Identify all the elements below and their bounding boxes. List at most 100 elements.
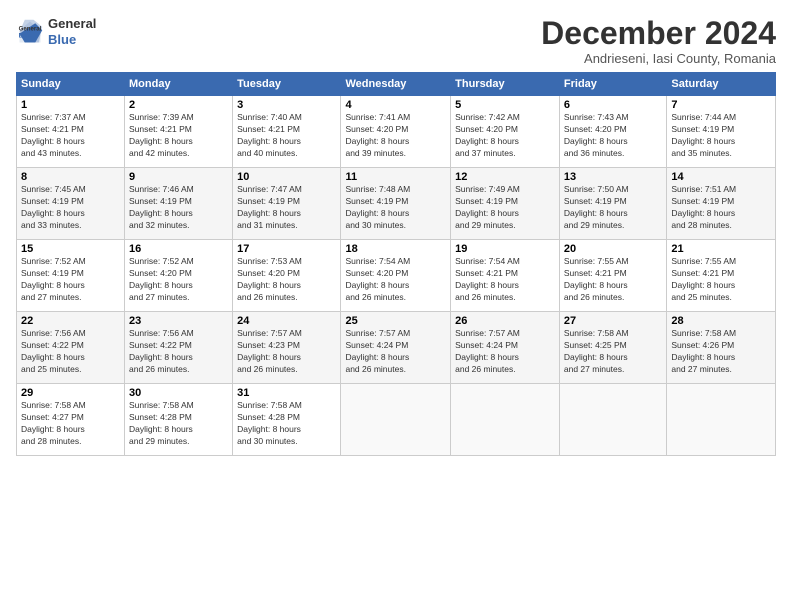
day-info: Sunrise: 7:56 AM Sunset: 4:22 PM Dayligh… xyxy=(21,328,120,376)
day-info: Sunrise: 7:41 AM Sunset: 4:20 PM Dayligh… xyxy=(345,112,446,160)
weekday-header-thursday: Thursday xyxy=(451,73,560,96)
day-info: Sunrise: 7:45 AM Sunset: 4:19 PM Dayligh… xyxy=(21,184,120,232)
day-number: 2 xyxy=(129,99,228,111)
weekday-header-friday: Friday xyxy=(559,73,666,96)
day-number: 23 xyxy=(129,315,228,327)
calendar-cell xyxy=(559,384,666,456)
day-number: 22 xyxy=(21,315,120,327)
day-number: 10 xyxy=(237,171,336,183)
calendar-cell: 30Sunrise: 7:58 AM Sunset: 4:28 PM Dayli… xyxy=(125,384,233,456)
day-number: 26 xyxy=(455,315,555,327)
weekday-header-sunday: Sunday xyxy=(17,73,125,96)
day-number: 20 xyxy=(564,243,662,255)
calendar-cell: 19Sunrise: 7:54 AM Sunset: 4:21 PM Dayli… xyxy=(451,240,560,312)
day-number: 12 xyxy=(455,171,555,183)
day-number: 24 xyxy=(237,315,336,327)
day-number: 1 xyxy=(21,99,120,111)
logo-text-blue: Blue xyxy=(48,32,96,48)
day-info: Sunrise: 7:50 AM Sunset: 4:19 PM Dayligh… xyxy=(564,184,662,232)
day-number: 13 xyxy=(564,171,662,183)
calendar-cell: 26Sunrise: 7:57 AM Sunset: 4:24 PM Dayli… xyxy=(451,312,560,384)
calendar-cell: 14Sunrise: 7:51 AM Sunset: 4:19 PM Dayli… xyxy=(667,168,776,240)
day-info: Sunrise: 7:42 AM Sunset: 4:20 PM Dayligh… xyxy=(455,112,555,160)
calendar-week-3: 15Sunrise: 7:52 AM Sunset: 4:19 PM Dayli… xyxy=(17,240,776,312)
day-number: 28 xyxy=(671,315,771,327)
calendar-week-1: 1Sunrise: 7:37 AM Sunset: 4:21 PM Daylig… xyxy=(17,96,776,168)
day-info: Sunrise: 7:49 AM Sunset: 4:19 PM Dayligh… xyxy=(455,184,555,232)
month-title: December 2024 xyxy=(541,16,776,51)
calendar-cell: 11Sunrise: 7:48 AM Sunset: 4:19 PM Dayli… xyxy=(341,168,451,240)
weekday-header-wednesday: Wednesday xyxy=(341,73,451,96)
calendar-cell: 17Sunrise: 7:53 AM Sunset: 4:20 PM Dayli… xyxy=(233,240,341,312)
day-number: 16 xyxy=(129,243,228,255)
calendar-body: 1Sunrise: 7:37 AM Sunset: 4:21 PM Daylig… xyxy=(17,96,776,456)
day-info: Sunrise: 7:46 AM Sunset: 4:19 PM Dayligh… xyxy=(129,184,228,232)
day-number: 29 xyxy=(21,387,120,399)
day-info: Sunrise: 7:56 AM Sunset: 4:22 PM Dayligh… xyxy=(129,328,228,376)
day-info: Sunrise: 7:57 AM Sunset: 4:24 PM Dayligh… xyxy=(455,328,555,376)
calendar-cell: 13Sunrise: 7:50 AM Sunset: 4:19 PM Dayli… xyxy=(559,168,666,240)
day-number: 17 xyxy=(237,243,336,255)
day-info: Sunrise: 7:58 AM Sunset: 4:28 PM Dayligh… xyxy=(237,400,336,448)
page-container: General Blue General Blue December 2024 … xyxy=(0,0,792,464)
logo-text-general: General xyxy=(48,16,96,32)
calendar-cell xyxy=(667,384,776,456)
calendar-cell: 1Sunrise: 7:37 AM Sunset: 4:21 PM Daylig… xyxy=(17,96,125,168)
calendar-table: SundayMondayTuesdayWednesdayThursdayFrid… xyxy=(16,72,776,456)
day-number: 21 xyxy=(671,243,771,255)
day-info: Sunrise: 7:52 AM Sunset: 4:19 PM Dayligh… xyxy=(21,256,120,304)
calendar-cell: 5Sunrise: 7:42 AM Sunset: 4:20 PM Daylig… xyxy=(451,96,560,168)
day-info: Sunrise: 7:57 AM Sunset: 4:23 PM Dayligh… xyxy=(237,328,336,376)
calendar-cell: 18Sunrise: 7:54 AM Sunset: 4:20 PM Dayli… xyxy=(341,240,451,312)
day-info: Sunrise: 7:43 AM Sunset: 4:20 PM Dayligh… xyxy=(564,112,662,160)
day-info: Sunrise: 7:57 AM Sunset: 4:24 PM Dayligh… xyxy=(345,328,446,376)
day-info: Sunrise: 7:54 AM Sunset: 4:21 PM Dayligh… xyxy=(455,256,555,304)
calendar-cell: 15Sunrise: 7:52 AM Sunset: 4:19 PM Dayli… xyxy=(17,240,125,312)
day-number: 8 xyxy=(21,171,120,183)
location-subtitle: Andrieseni, Iasi County, Romania xyxy=(541,51,776,66)
day-number: 11 xyxy=(345,171,446,183)
day-number: 9 xyxy=(129,171,228,183)
calendar-header-row: SundayMondayTuesdayWednesdayThursdayFrid… xyxy=(17,73,776,96)
calendar-cell: 7Sunrise: 7:44 AM Sunset: 4:19 PM Daylig… xyxy=(667,96,776,168)
day-info: Sunrise: 7:51 AM Sunset: 4:19 PM Dayligh… xyxy=(671,184,771,232)
calendar-week-5: 29Sunrise: 7:58 AM Sunset: 4:27 PM Dayli… xyxy=(17,384,776,456)
day-info: Sunrise: 7:58 AM Sunset: 4:27 PM Dayligh… xyxy=(21,400,120,448)
calendar-cell: 6Sunrise: 7:43 AM Sunset: 4:20 PM Daylig… xyxy=(559,96,666,168)
calendar-cell: 24Sunrise: 7:57 AM Sunset: 4:23 PM Dayli… xyxy=(233,312,341,384)
calendar-cell: 16Sunrise: 7:52 AM Sunset: 4:20 PM Dayli… xyxy=(125,240,233,312)
calendar-cell: 25Sunrise: 7:57 AM Sunset: 4:24 PM Dayli… xyxy=(341,312,451,384)
calendar-week-4: 22Sunrise: 7:56 AM Sunset: 4:22 PM Dayli… xyxy=(17,312,776,384)
calendar-cell: 20Sunrise: 7:55 AM Sunset: 4:21 PM Dayli… xyxy=(559,240,666,312)
calendar-cell: 4Sunrise: 7:41 AM Sunset: 4:20 PM Daylig… xyxy=(341,96,451,168)
calendar-cell: 31Sunrise: 7:58 AM Sunset: 4:28 PM Dayli… xyxy=(233,384,341,456)
calendar-week-2: 8Sunrise: 7:45 AM Sunset: 4:19 PM Daylig… xyxy=(17,168,776,240)
day-number: 27 xyxy=(564,315,662,327)
calendar-cell: 8Sunrise: 7:45 AM Sunset: 4:19 PM Daylig… xyxy=(17,168,125,240)
svg-text:General: General xyxy=(19,25,42,32)
calendar-cell xyxy=(341,384,451,456)
header: General Blue General Blue December 2024 … xyxy=(16,16,776,66)
day-number: 6 xyxy=(564,99,662,111)
day-number: 31 xyxy=(237,387,336,399)
day-info: Sunrise: 7:58 AM Sunset: 4:25 PM Dayligh… xyxy=(564,328,662,376)
weekday-header-monday: Monday xyxy=(125,73,233,96)
calendar-cell: 28Sunrise: 7:58 AM Sunset: 4:26 PM Dayli… xyxy=(667,312,776,384)
day-number: 30 xyxy=(129,387,228,399)
day-info: Sunrise: 7:48 AM Sunset: 4:19 PM Dayligh… xyxy=(345,184,446,232)
day-info: Sunrise: 7:58 AM Sunset: 4:26 PM Dayligh… xyxy=(671,328,771,376)
calendar-cell xyxy=(451,384,560,456)
calendar-cell: 27Sunrise: 7:58 AM Sunset: 4:25 PM Dayli… xyxy=(559,312,666,384)
weekday-header-saturday: Saturday xyxy=(667,73,776,96)
calendar-cell: 23Sunrise: 7:56 AM Sunset: 4:22 PM Dayli… xyxy=(125,312,233,384)
day-info: Sunrise: 7:53 AM Sunset: 4:20 PM Dayligh… xyxy=(237,256,336,304)
day-info: Sunrise: 7:47 AM Sunset: 4:19 PM Dayligh… xyxy=(237,184,336,232)
day-info: Sunrise: 7:55 AM Sunset: 4:21 PM Dayligh… xyxy=(671,256,771,304)
day-number: 7 xyxy=(671,99,771,111)
day-info: Sunrise: 7:58 AM Sunset: 4:28 PM Dayligh… xyxy=(129,400,228,448)
logo: General Blue General Blue xyxy=(16,16,96,47)
calendar-cell: 29Sunrise: 7:58 AM Sunset: 4:27 PM Dayli… xyxy=(17,384,125,456)
day-number: 18 xyxy=(345,243,446,255)
title-area: December 2024 Andrieseni, Iasi County, R… xyxy=(541,16,776,66)
logo-icon: General Blue xyxy=(16,18,44,46)
